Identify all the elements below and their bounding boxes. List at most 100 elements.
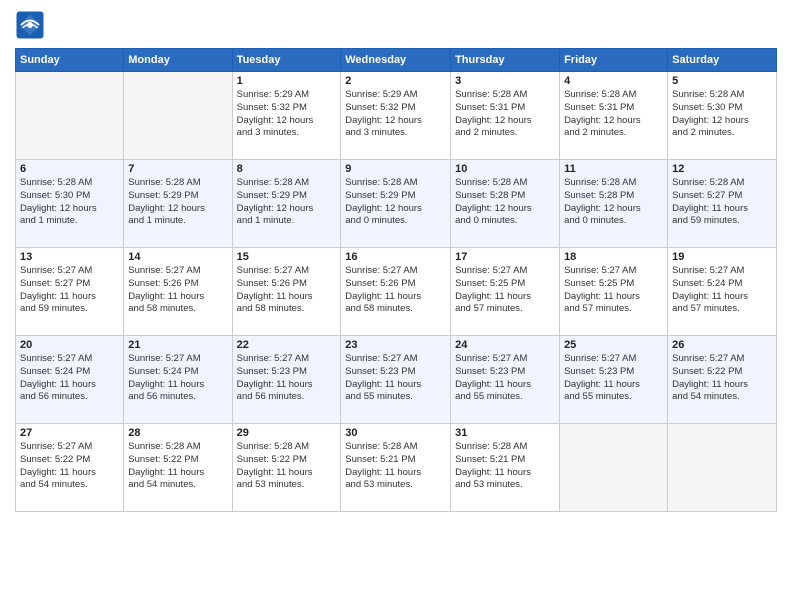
day-number: 12: [672, 163, 772, 175]
calendar-cell: 18Sunrise: 5:27 AM Sunset: 5:25 PM Dayli…: [560, 248, 668, 336]
calendar-cell: 16 Sunrise: 5:27 AM Sunset: 5:26 PM Dayli…: [341, 248, 451, 336]
day-number: 1: [237, 75, 337, 87]
day-info: Sunrise: 5:27 AM Sunset: 5:22 PM Dayligh…: [20, 441, 119, 492]
day-info: Sunrise: 5:28 AM Sunset: 5:31 PM Dayligh…: [564, 89, 663, 140]
day-info: Sunrise: 5:27 AM Sunset: 5:24 PM Dayligh…: [20, 353, 119, 404]
day-info: Sunrise: 5:29 AM Sunset: 5:32 PM Dayligh…: [237, 89, 337, 140]
calendar-cell: 2 Sunrise: 5:29 AM Sunset: 5:32 PM Daylig…: [341, 72, 451, 160]
day-info: Sunrise: 5:28 AM Sunset: 5:21 PM Dayligh…: [345, 441, 446, 492]
day-number: 21: [128, 339, 227, 351]
page: SundayMondayTuesdayWednesdayThursdayFrid…: [0, 0, 792, 612]
day-info: Sunrise: 5:27 AM Sunset: 5:23 PM Dayligh…: [237, 353, 337, 404]
calendar-cell: 31 Sunrise: 5:28 AM Sunset: 5:21 PM Dayli…: [451, 424, 560, 512]
day-info: Sunrise: 5:27 AM Sunset: 5:26 PM Dayligh…: [128, 265, 227, 316]
calendar-week-row: 27 Sunrise: 5:27 AM Sunset: 5:22 PM Dayli…: [16, 424, 777, 512]
day-number: 26: [672, 339, 772, 351]
day-info: Sunrise: 5:27 AM Sunset: 5:26 PM Dayligh…: [345, 265, 446, 316]
weekday-header: Monday: [124, 49, 232, 72]
calendar-cell: 3Sunrise: 5:28 AM Sunset: 5:31 PM Daylig…: [451, 72, 560, 160]
day-number: 24: [455, 339, 555, 351]
day-number: 11: [564, 163, 663, 175]
day-info: Sunrise: 5:28 AM Sunset: 5:29 PM Dayligh…: [237, 177, 337, 228]
day-number: 16: [345, 251, 446, 263]
weekday-header: Wednesday: [341, 49, 451, 72]
day-info: Sunrise: 5:29 AM Sunset: 5:32 PM Dayligh…: [345, 89, 446, 140]
calendar-cell: 10 Sunrise: 5:28 AM Sunset: 5:28 PM Dayli…: [451, 160, 560, 248]
calendar-cell: 17Sunrise: 5:27 AM Sunset: 5:25 PM Dayli…: [451, 248, 560, 336]
day-info: Sunrise: 5:28 AM Sunset: 5:29 PM Dayligh…: [345, 177, 446, 228]
calendar-cell: 27 Sunrise: 5:27 AM Sunset: 5:22 PM Dayli…: [16, 424, 124, 512]
calendar-cell: 25Sunrise: 5:27 AM Sunset: 5:23 PM Dayli…: [560, 336, 668, 424]
calendar-cell: 15 Sunrise: 5:27 AM Sunset: 5:26 PM Dayli…: [232, 248, 341, 336]
day-number: 29: [237, 427, 337, 439]
day-number: 20: [20, 339, 119, 351]
calendar-cell: 14 Sunrise: 5:27 AM Sunset: 5:26 PM Dayli…: [124, 248, 232, 336]
day-info: Sunrise: 5:28 AM Sunset: 5:22 PM Dayligh…: [237, 441, 337, 492]
day-number: 2: [345, 75, 446, 87]
day-number: 17: [455, 251, 555, 263]
calendar-cell: 23 Sunrise: 5:27 AM Sunset: 5:23 PM Dayli…: [341, 336, 451, 424]
calendar-cell: [124, 72, 232, 160]
calendar-cell: [16, 72, 124, 160]
day-info: Sunrise: 5:28 AM Sunset: 5:27 PM Dayligh…: [672, 177, 772, 228]
day-info: Sunrise: 5:28 AM Sunset: 5:22 PM Dayligh…: [128, 441, 227, 492]
calendar-cell: 19Sunrise: 5:27 AM Sunset: 5:24 PM Dayli…: [668, 248, 777, 336]
calendar-week-row: 1 Sunrise: 5:29 AM Sunset: 5:32 PM Daylig…: [16, 72, 777, 160]
day-number: 19: [672, 251, 772, 263]
day-info: Sunrise: 5:27 AM Sunset: 5:23 PM Dayligh…: [564, 353, 663, 404]
day-info: Sunrise: 5:28 AM Sunset: 5:31 PM Dayligh…: [455, 89, 555, 140]
day-number: 14: [128, 251, 227, 263]
day-info: Sunrise: 5:27 AM Sunset: 5:27 PM Dayligh…: [20, 265, 119, 316]
day-info: Sunrise: 5:27 AM Sunset: 5:26 PM Dayligh…: [237, 265, 337, 316]
day-info: Sunrise: 5:28 AM Sunset: 5:28 PM Dayligh…: [455, 177, 555, 228]
day-info: Sunrise: 5:28 AM Sunset: 5:30 PM Dayligh…: [20, 177, 119, 228]
calendar-cell: 7Sunrise: 5:28 AM Sunset: 5:29 PM Daylig…: [124, 160, 232, 248]
day-number: 23: [345, 339, 446, 351]
day-number: 28: [128, 427, 227, 439]
logo-icon: [15, 10, 45, 40]
calendar-cell: [668, 424, 777, 512]
calendar-header-row: SundayMondayTuesdayWednesdayThursdayFrid…: [16, 49, 777, 72]
day-number: 4: [564, 75, 663, 87]
day-number: 7: [128, 163, 227, 175]
weekday-header: Tuesday: [232, 49, 341, 72]
day-info: Sunrise: 5:27 AM Sunset: 5:24 PM Dayligh…: [128, 353, 227, 404]
weekday-header: Sunday: [16, 49, 124, 72]
calendar-cell: 12 Sunrise: 5:28 AM Sunset: 5:27 PM Dayli…: [668, 160, 777, 248]
calendar-week-row: 20 Sunrise: 5:27 AM Sunset: 5:24 PM Dayli…: [16, 336, 777, 424]
weekday-header: Saturday: [668, 49, 777, 72]
day-number: 9: [345, 163, 446, 175]
calendar-cell: 24 Sunrise: 5:27 AM Sunset: 5:23 PM Dayli…: [451, 336, 560, 424]
calendar-cell: 21 Sunrise: 5:27 AM Sunset: 5:24 PM Dayli…: [124, 336, 232, 424]
calendar-table: SundayMondayTuesdayWednesdayThursdayFrid…: [15, 48, 777, 512]
calendar-week-row: 13 Sunrise: 5:27 AM Sunset: 5:27 PM Dayli…: [16, 248, 777, 336]
calendar-cell: 20 Sunrise: 5:27 AM Sunset: 5:24 PM Dayli…: [16, 336, 124, 424]
day-number: 13: [20, 251, 119, 263]
day-number: 27: [20, 427, 119, 439]
calendar-cell: 29 Sunrise: 5:28 AM Sunset: 5:22 PM Dayli…: [232, 424, 341, 512]
calendar-cell: 22Sunrise: 5:27 AM Sunset: 5:23 PM Dayli…: [232, 336, 341, 424]
calendar-cell: 9 Sunrise: 5:28 AM Sunset: 5:29 PM Daylig…: [341, 160, 451, 248]
calendar-cell: 28 Sunrise: 5:28 AM Sunset: 5:22 PM Dayli…: [124, 424, 232, 512]
header: [15, 10, 777, 40]
day-number: 15: [237, 251, 337, 263]
day-info: Sunrise: 5:28 AM Sunset: 5:21 PM Dayligh…: [455, 441, 555, 492]
calendar-cell: 5Sunrise: 5:28 AM Sunset: 5:30 PM Daylig…: [668, 72, 777, 160]
day-number: 10: [455, 163, 555, 175]
calendar-cell: 8Sunrise: 5:28 AM Sunset: 5:29 PM Daylig…: [232, 160, 341, 248]
calendar-cell: 26 Sunrise: 5:27 AM Sunset: 5:22 PM Dayli…: [668, 336, 777, 424]
weekday-header: Thursday: [451, 49, 560, 72]
day-info: Sunrise: 5:27 AM Sunset: 5:22 PM Dayligh…: [672, 353, 772, 404]
day-info: Sunrise: 5:27 AM Sunset: 5:23 PM Dayligh…: [345, 353, 446, 404]
day-info: Sunrise: 5:28 AM Sunset: 5:28 PM Dayligh…: [564, 177, 663, 228]
calendar-week-row: 6 Sunrise: 5:28 AM Sunset: 5:30 PM Daylig…: [16, 160, 777, 248]
logo: [15, 10, 47, 40]
calendar-cell: 11 Sunrise: 5:28 AM Sunset: 5:28 PM Dayli…: [560, 160, 668, 248]
day-number: 31: [455, 427, 555, 439]
calendar-cell: 13 Sunrise: 5:27 AM Sunset: 5:27 PM Dayli…: [16, 248, 124, 336]
calendar-cell: 6 Sunrise: 5:28 AM Sunset: 5:30 PM Daylig…: [16, 160, 124, 248]
day-number: 6: [20, 163, 119, 175]
day-info: Sunrise: 5:27 AM Sunset: 5:23 PM Dayligh…: [455, 353, 555, 404]
day-number: 30: [345, 427, 446, 439]
calendar-cell: 1 Sunrise: 5:29 AM Sunset: 5:32 PM Daylig…: [232, 72, 341, 160]
